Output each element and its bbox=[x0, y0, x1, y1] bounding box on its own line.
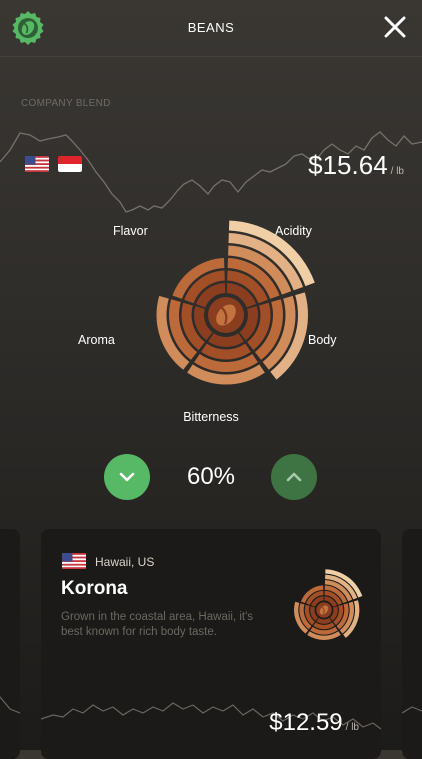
next-card-chart bbox=[402, 706, 422, 714]
header-divider bbox=[0, 56, 422, 57]
coffee-bean-icon bbox=[316, 602, 332, 618]
chevron-up-icon bbox=[286, 472, 302, 482]
blend-price: $15.64/ lb bbox=[308, 150, 404, 181]
bean-card[interactable]: Hawaii, US Korona Grown in the coastal a… bbox=[41, 529, 381, 759]
page-title: BEANS bbox=[187, 20, 235, 35]
blend-subtitle: COMPANY BLEND bbox=[21, 98, 111, 109]
coffee-bean-icon bbox=[208, 297, 244, 333]
card-description: Grown in the coastal area, Hawaii, it's … bbox=[61, 611, 254, 638]
blend-price-value: $15.64 bbox=[308, 150, 388, 180]
flavor-profile-radar bbox=[156, 220, 315, 385]
previous-card-chart bbox=[0, 696, 20, 714]
card-bean-name: Korona bbox=[61, 578, 128, 599]
previous-bean-card[interactable] bbox=[0, 529, 20, 759]
us-flag-icon bbox=[25, 156, 49, 172]
increase-button[interactable] bbox=[271, 454, 317, 500]
card-price-unit: / lb bbox=[345, 722, 359, 733]
close-icon[interactable] bbox=[382, 14, 408, 40]
blend-price-unit: / lb bbox=[390, 166, 404, 177]
blend-percentage: 60% bbox=[186, 463, 236, 490]
bitterness-ring-1 bbox=[316, 617, 332, 624]
us-flag-icon bbox=[62, 553, 86, 569]
bitterness-ring-1 bbox=[208, 333, 244, 347]
card-price-value: $12.59 bbox=[269, 709, 343, 736]
aroma-label: Aroma bbox=[78, 333, 115, 347]
card-price: $12.59/ lb bbox=[269, 709, 359, 737]
indonesia-flag-icon bbox=[58, 156, 82, 172]
bitterness-label: Bitterness bbox=[183, 410, 239, 424]
card-origin: Hawaii, US bbox=[95, 555, 155, 569]
next-bean-card[interactable] bbox=[402, 529, 422, 759]
card-flavor-radar bbox=[294, 569, 363, 640]
